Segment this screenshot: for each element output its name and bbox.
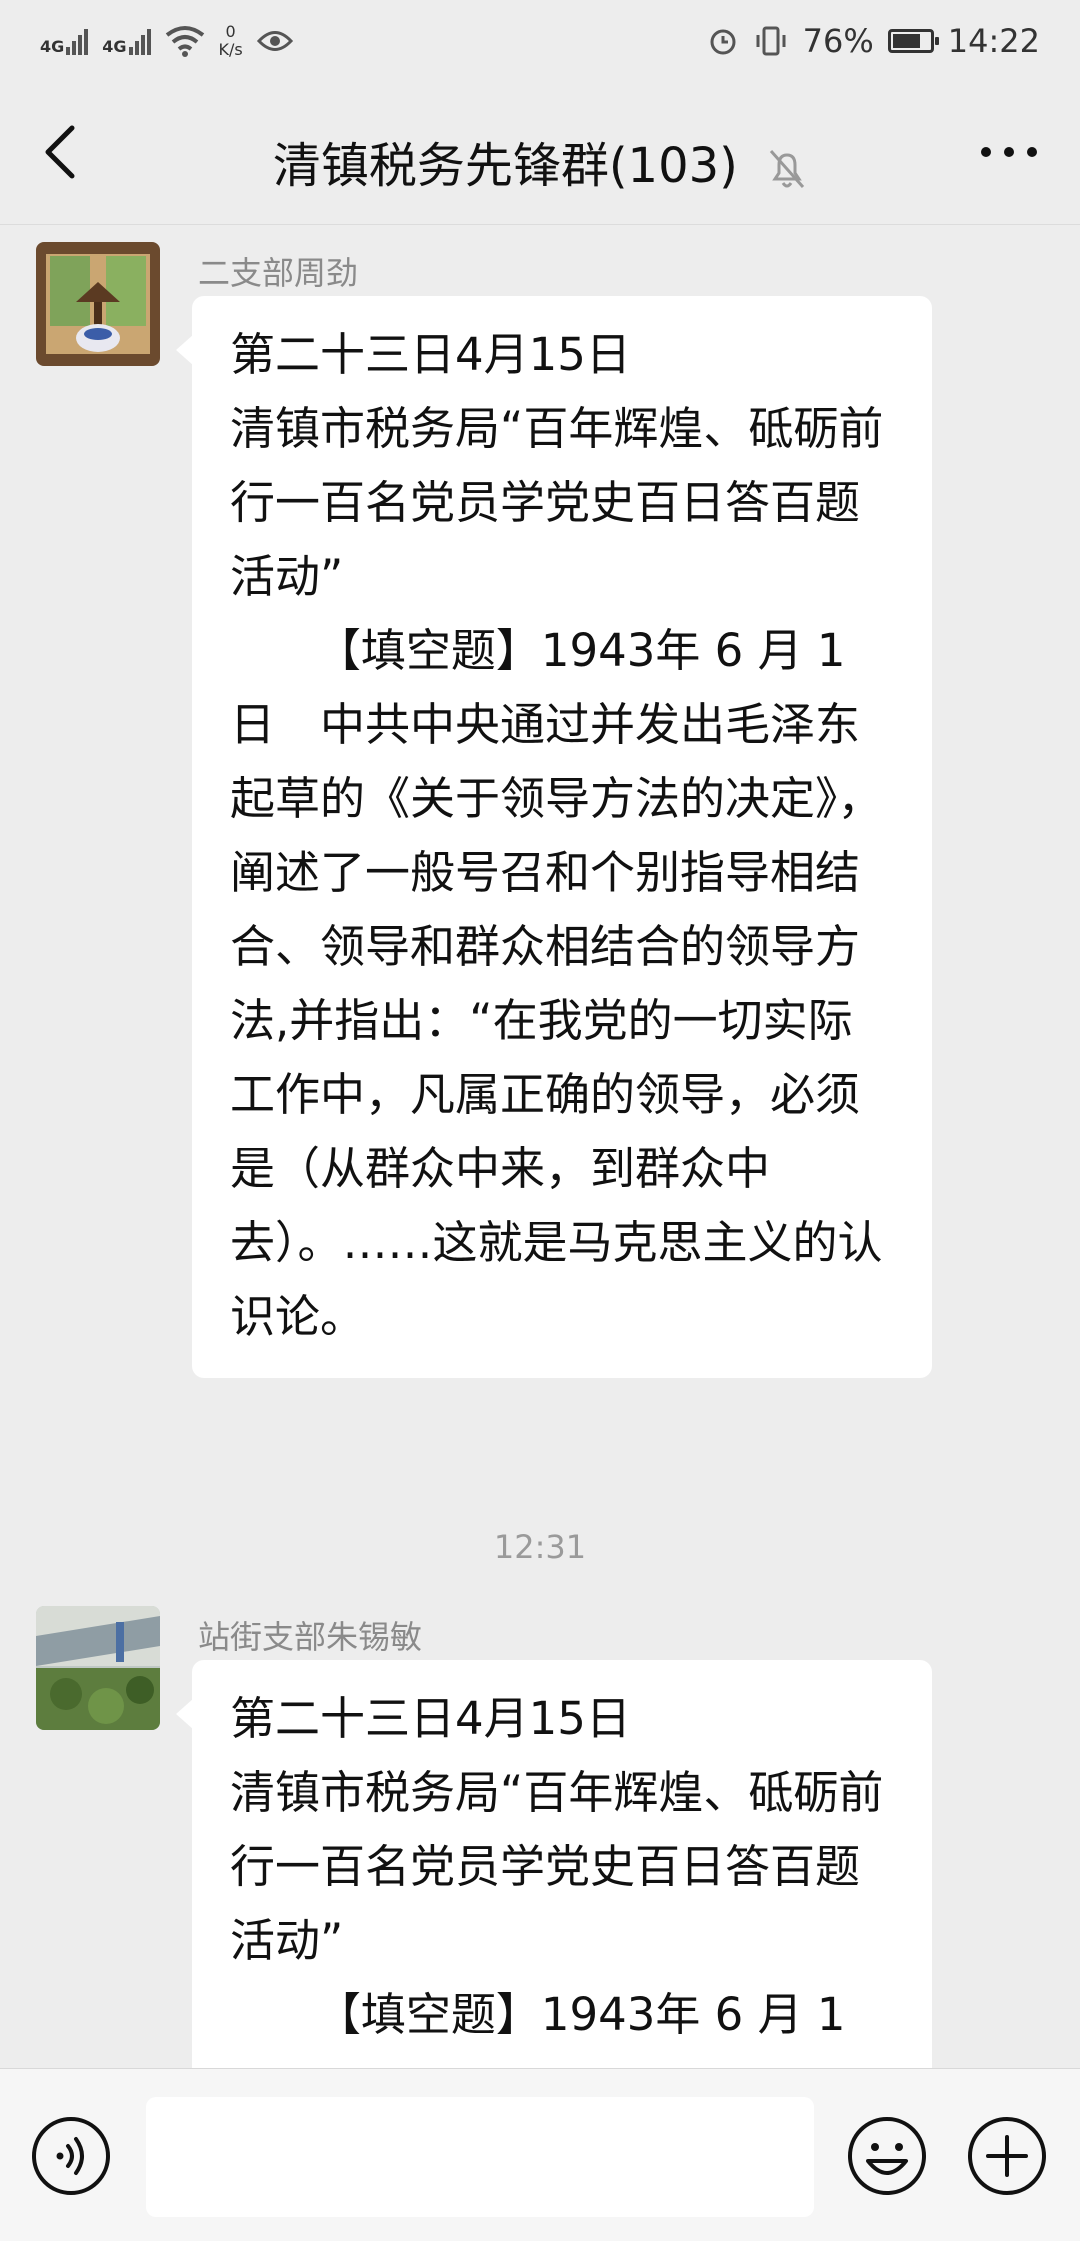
net-speed: 0 K/s (219, 23, 243, 59)
avatar-image (36, 1606, 160, 1730)
battery-percent: 76% (802, 22, 874, 60)
signal-bars-icon (66, 27, 89, 55)
network-type-2: 4G (102, 37, 127, 56)
more-dots-icon (981, 147, 1037, 157)
net-speed-value: 0 (225, 22, 236, 41)
status-bar-right: 76% 14:22 (707, 22, 1040, 60)
sender-name: 二支部周劲 (198, 254, 359, 292)
avatar[interactable] (36, 242, 160, 366)
chat-messages[interactable]: 二支部周劲 第二十三日4月15日 清镇市税务局“百年辉煌、砥砺前行一百名党员学党… (0, 224, 1080, 2068)
more-button[interactable] (974, 132, 1044, 172)
message-timestamp: 12:31 (493, 1528, 587, 1566)
avatar[interactable] (36, 1606, 160, 1730)
bell-off-icon (770, 150, 805, 188)
plus-icon (968, 2117, 1046, 2195)
chat-header: 清镇税务先锋群(103) (0, 82, 1080, 225)
net-speed-unit: K/s (218, 40, 243, 59)
voice-button[interactable] (30, 2115, 112, 2197)
message-bubble[interactable]: 第二十三日4月15日 清镇市税务局“百年辉煌、砥砺前行一百名党员学党史百日答百题… (176, 296, 932, 1378)
clock: 14:22 (947, 22, 1040, 60)
status-bar: 4G 4G 0 K/s 76% 14:22 (0, 0, 1080, 82)
eye-icon (256, 31, 293, 51)
network-type-1: 4G (40, 37, 65, 56)
status-bar-left: 4G 4G 0 K/s (40, 23, 293, 59)
voice-icon (32, 2117, 110, 2195)
plus-button[interactable] (966, 2115, 1048, 2197)
chat-title: 清镇税务先锋群(103) (272, 138, 738, 194)
sender-name: 站街支部朱锡敏 (198, 1618, 423, 1656)
avatar-image (36, 242, 160, 366)
cell-signal-1: 4G (40, 27, 89, 56)
emoji-icon (848, 2117, 926, 2195)
vibrate-icon (756, 26, 786, 56)
cell-signal-2: 4G (102, 27, 151, 56)
emoji-button[interactable] (846, 2115, 928, 2197)
chat-title-wrap: 清镇税务先锋群(103) (0, 126, 1080, 196)
wifi-icon (165, 26, 204, 57)
message-bubble[interactable]: 第二十三日4月15日 清镇市税务局“百年辉煌、砥砺前行一百名党员学党史百日答百题… (176, 1660, 932, 2068)
message-input[interactable] (146, 2097, 814, 2217)
signal-bars-icon (128, 27, 151, 55)
alarm-icon (710, 29, 736, 55)
battery-icon (887, 29, 939, 53)
input-bar (0, 2068, 1080, 2241)
